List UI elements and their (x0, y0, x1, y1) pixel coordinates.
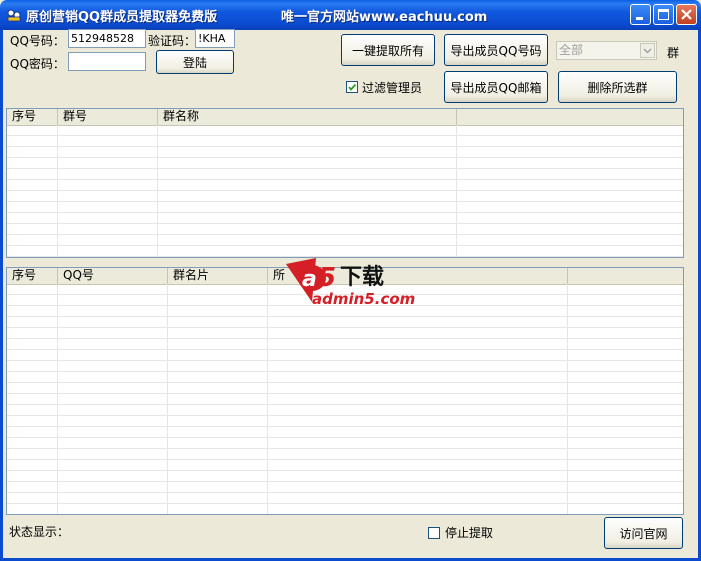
captcha-input[interactable]: !KHA (195, 29, 235, 48)
export-qq-emails-button[interactable]: 导出成员QQ邮箱 (444, 71, 548, 103)
delete-selected-groups-button[interactable]: 删除所选群 (558, 71, 677, 103)
member-list-body[interactable] (7, 284, 683, 514)
column-header-group-name[interactable]: 群名称 (158, 109, 457, 125)
column-divider (267, 284, 268, 514)
app-icon (7, 9, 21, 22)
group-list-body[interactable] (7, 125, 683, 257)
stop-extract-label: 停止提取 (445, 526, 494, 540)
login-button[interactable]: 登陆 (156, 50, 234, 74)
dropdown-button[interactable] (640, 43, 655, 58)
svg-text:下载: 下载 (340, 264, 384, 290)
column-header-blank[interactable] (568, 268, 683, 284)
stop-extract-checkbox[interactable] (428, 527, 440, 539)
extract-all-button[interactable]: 一键提取所有 (341, 34, 435, 66)
chevron-down-icon (643, 48, 652, 54)
svg-text:admin5.com: admin5.com (312, 290, 415, 308)
group-list-header: 序号 群号 群名称 (7, 109, 683, 126)
group-select[interactable]: 全部 (556, 41, 657, 60)
close-button[interactable] (676, 4, 697, 25)
captcha-label: 验证码： (148, 34, 197, 48)
column-header-index[interactable]: 序号 (7, 109, 58, 125)
column-header-group-number[interactable]: 群号 (58, 109, 158, 125)
column-header-qq-number[interactable]: QQ号 (58, 268, 168, 284)
status-label: 状态显示： (9, 525, 70, 539)
minimize-icon (636, 17, 643, 20)
column-header-blank[interactable] (457, 109, 683, 125)
svg-text:5: 5 (318, 263, 336, 293)
minimize-button[interactable] (630, 4, 651, 25)
filter-admin-label: 过滤管理员 (362, 81, 423, 95)
close-icon (681, 9, 692, 20)
filter-admin-checkbox[interactable] (346, 81, 358, 93)
column-header-index[interactable]: 序号 (7, 268, 58, 284)
checkmark-icon (348, 83, 357, 91)
title-bar[interactable]: 原创营销QQ群成员提取器免费版 唯一官方网站www.eachuu.com (0, 0, 701, 30)
website-notice: 唯一官方网站www.eachuu.com (281, 10, 488, 25)
qq-label: QQ号码： (10, 34, 65, 48)
svg-text:a: a (302, 267, 317, 292)
column-divider (157, 125, 158, 257)
group-select-value: 全部 (559, 43, 584, 57)
maximize-button[interactable] (653, 4, 674, 25)
column-divider (567, 284, 568, 514)
admin5-watermark-logo: a 5 下载 admin5.com (286, 258, 415, 308)
column-divider (167, 284, 168, 514)
password-label: QQ密码： (10, 57, 65, 71)
column-divider (456, 125, 457, 257)
column-header-group-card[interactable]: 群名片 (168, 268, 268, 284)
column-divider (57, 284, 58, 514)
export-qq-numbers-button[interactable]: 导出成员QQ号码 (444, 34, 548, 66)
visit-website-button[interactable]: 访问官网 (604, 517, 683, 549)
qq-number-input[interactable]: 512948528 (68, 29, 146, 48)
column-divider (57, 125, 58, 257)
group-suffix-label: 群 (667, 46, 680, 60)
window-title: 原创营销QQ群成员提取器免费版 (26, 10, 218, 25)
password-input[interactable] (68, 52, 146, 71)
maximize-icon (658, 9, 669, 20)
group-list[interactable]: 序号 群号 群名称 (6, 108, 684, 258)
